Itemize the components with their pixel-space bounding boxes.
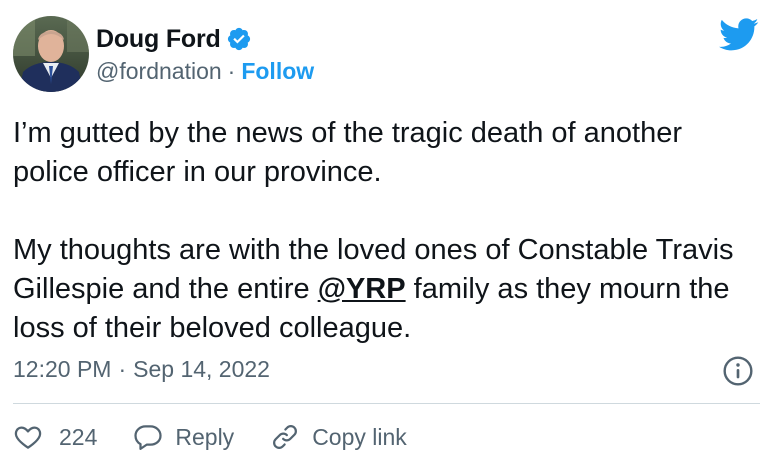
verified-badge-icon: [226, 26, 252, 52]
tweet-text: I’m gutted by the news of the tragic dea…: [13, 114, 765, 348]
twitter-bird-icon[interactable]: [719, 18, 759, 52]
info-icon[interactable]: [722, 355, 754, 387]
separator-dot: ·: [227, 58, 236, 84]
divider: [13, 403, 760, 404]
link-icon: [273, 425, 298, 449]
handle-row: @fordnation · Follow: [96, 58, 314, 85]
like-button[interactable]: 224: [13, 422, 97, 452]
reply-button[interactable]: Reply: [133, 422, 234, 452]
tweet-time: 12:20 PM: [13, 356, 112, 382]
reply-bubble-icon: [134, 425, 162, 450]
avatar-image: [13, 16, 89, 92]
tweet-date: Sep 14, 2022: [133, 356, 270, 382]
action-bar: 224 Reply Copy link: [13, 418, 443, 456]
tweet-timestamp[interactable]: 12:20 PM · Sep 14, 2022: [13, 356, 270, 383]
like-count: 224: [59, 423, 98, 450]
author-name[interactable]: Doug Ford: [96, 25, 221, 54]
author-handle[interactable]: @fordnation: [96, 58, 222, 85]
tweet-card: Doug Ford @fordnation · Follow I’m gutte…: [0, 0, 776, 462]
tweet-paragraph-1: I’m gutted by the news of the tragic dea…: [13, 117, 683, 188]
copy-link-label: Copy link: [312, 423, 407, 450]
separator-dot: ·: [118, 356, 127, 382]
mention-link[interactable]: @YRP: [318, 273, 406, 305]
follow-button[interactable]: Follow: [241, 58, 314, 85]
author-name-row: Doug Ford: [96, 22, 314, 56]
copy-link-button[interactable]: Copy link: [270, 422, 407, 452]
reply-label: Reply: [175, 423, 235, 450]
tweet-paragraph-2: My thoughts are with the loved ones of C…: [13, 231, 765, 348]
heart-icon: [14, 426, 42, 449]
avatar[interactable]: [13, 16, 89, 92]
author-header: Doug Ford @fordnation · Follow: [96, 22, 314, 85]
